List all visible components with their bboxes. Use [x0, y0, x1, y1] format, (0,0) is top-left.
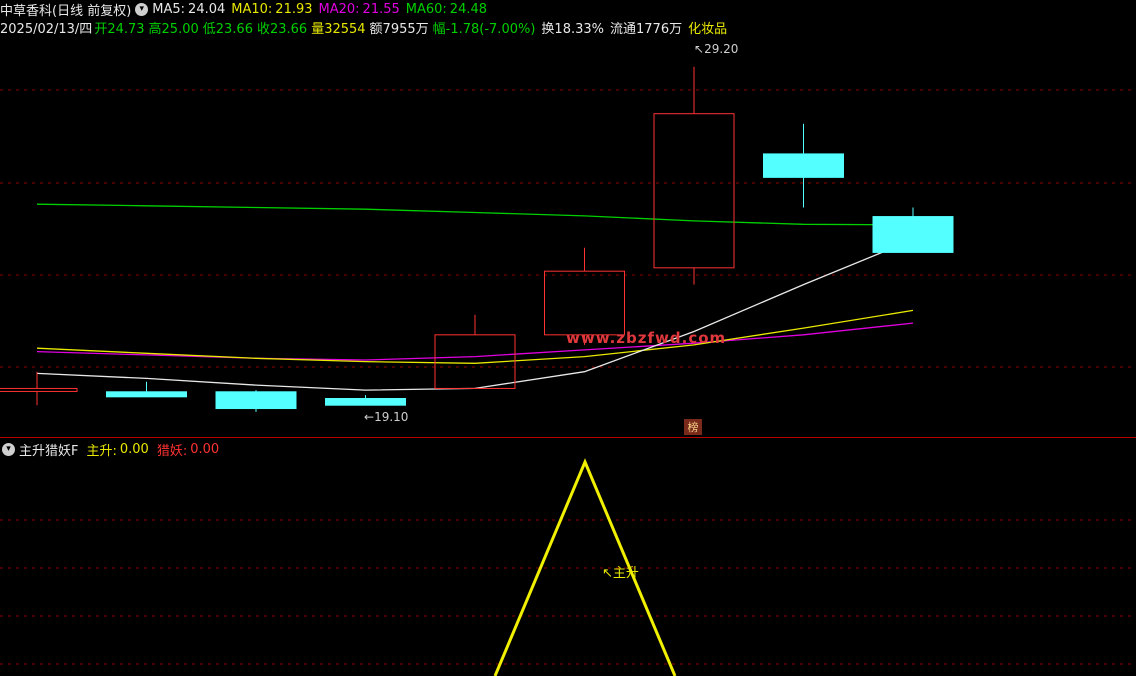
panel-separator: [0, 437, 1136, 438]
quote-close: 收23.66: [256, 21, 308, 37]
indicator-panel-plot: [493, 458, 677, 676]
candle-body: [215, 391, 297, 410]
candle-body: [872, 216, 954, 253]
chevron-down-icon[interactable]: ▾: [2, 442, 15, 456]
candlesticks: [0, 66, 954, 412]
ma10-value: 21.93: [275, 1, 313, 17]
ma5-value: 24.04: [188, 1, 226, 17]
candle-body: [763, 153, 844, 178]
ma60-label: MA60:: [405, 1, 447, 17]
zhusheng-label: 主升:: [86, 443, 117, 459]
grid-lines: [0, 89, 1136, 665]
quote-low: 低23.66: [202, 21, 253, 37]
chevron-down-icon[interactable]: ▾: [135, 2, 149, 16]
ranking-badge[interactable]: 榜: [684, 419, 702, 435]
candle-body: [325, 397, 406, 406]
zhusheng-signal-line: [493, 458, 677, 676]
candle-body: [106, 391, 187, 398]
quote-change: 幅-1.78(-7.00%): [432, 21, 536, 37]
stock-title[interactable]: 中草香科(日线 前复权): [0, 0, 131, 19]
ma60-line: [36, 203, 914, 226]
header-row-2: 2025/02/13/四 开24.73 高25.00 低23.66 收23.66…: [0, 18, 727, 37]
lieyao-label: 猎妖:: [156, 443, 188, 459]
zhusheng-peak-label: ↖主升: [602, 566, 639, 581]
watermark: www.zbzfwd.com: [566, 329, 727, 347]
moving-average-lines: [36, 203, 914, 391]
high-price-annotation: ↖29.20: [694, 42, 739, 56]
ma60-value: 24.48: [449, 1, 488, 17]
ma10-label: MA10:: [231, 1, 273, 17]
low-price-annotation: ←19.10: [364, 410, 409, 424]
sector-link[interactable]: 化妆品: [688, 18, 727, 37]
indicator-header: ▾ 主升猎妖F 主升: 0.00 猎妖: 0.00: [0, 440, 220, 459]
quote-high: 高25.00: [148, 21, 199, 37]
candle-body: [544, 270, 625, 336]
quote-amount: 额7955万: [369, 21, 429, 37]
header-row-1: 中草香科(日线 前复权) ▾ MA5: 24.04 MA10: 21.93 MA…: [0, 0, 488, 19]
quote-turnover: 换18.33%: [541, 21, 604, 37]
lieyao-value: 0.00: [190, 441, 220, 457]
candle-body: [653, 113, 735, 269]
candle-body: [0, 387, 78, 392]
quote-volume: 量32554: [311, 21, 366, 37]
quote-date: 2025/02/13/四: [0, 21, 93, 37]
indicator-name[interactable]: 主升猎妖F: [19, 440, 78, 459]
ma5-label: MA5:: [152, 1, 186, 17]
quote-float: 流通1776万: [610, 21, 683, 37]
ma20-value: 21.55: [362, 1, 400, 17]
zhusheng-value: 0.00: [119, 441, 149, 457]
quote-open: 开24.73: [94, 21, 145, 37]
ma20-label: MA20:: [318, 1, 360, 17]
